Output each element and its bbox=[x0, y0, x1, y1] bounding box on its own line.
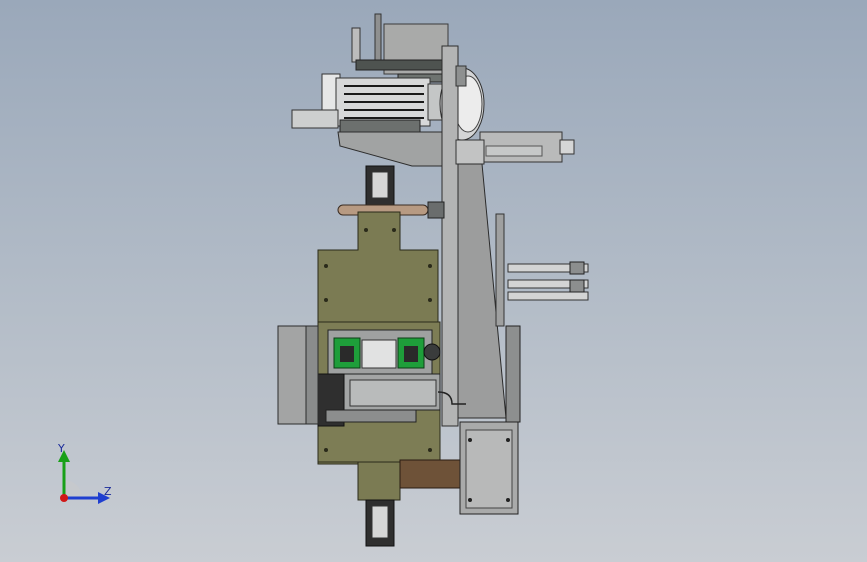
machine-assembly-model[interactable] bbox=[0, 0, 867, 562]
y-axis-label: Y bbox=[58, 442, 65, 455]
z-axis-label: Z bbox=[104, 485, 112, 498]
carriage-plate[interactable] bbox=[317, 211, 439, 327]
linear-rail-bottom[interactable] bbox=[365, 499, 395, 547]
servo-motor[interactable] bbox=[291, 73, 445, 133]
motor-bracket[interactable] bbox=[351, 13, 449, 83]
brown-spacer[interactable] bbox=[399, 459, 463, 489]
motor-base-bracket[interactable] bbox=[337, 131, 449, 167]
cad-viewport[interactable]: Y Z bbox=[0, 0, 867, 562]
origin-dot bbox=[60, 494, 68, 502]
side-cover-strip bbox=[305, 325, 319, 425]
coordinate-triad: Y Z bbox=[44, 440, 124, 510]
linear-rail-top[interactable] bbox=[365, 165, 395, 207]
right-frame[interactable] bbox=[505, 325, 521, 423]
air-cylinders[interactable] bbox=[495, 213, 589, 327]
side-cover[interactable] bbox=[277, 325, 309, 425]
gripper-assembly[interactable] bbox=[327, 329, 441, 375]
control-box[interactable] bbox=[459, 421, 519, 515]
triad-graphic bbox=[58, 450, 110, 504]
shaft-housing[interactable] bbox=[479, 131, 575, 163]
